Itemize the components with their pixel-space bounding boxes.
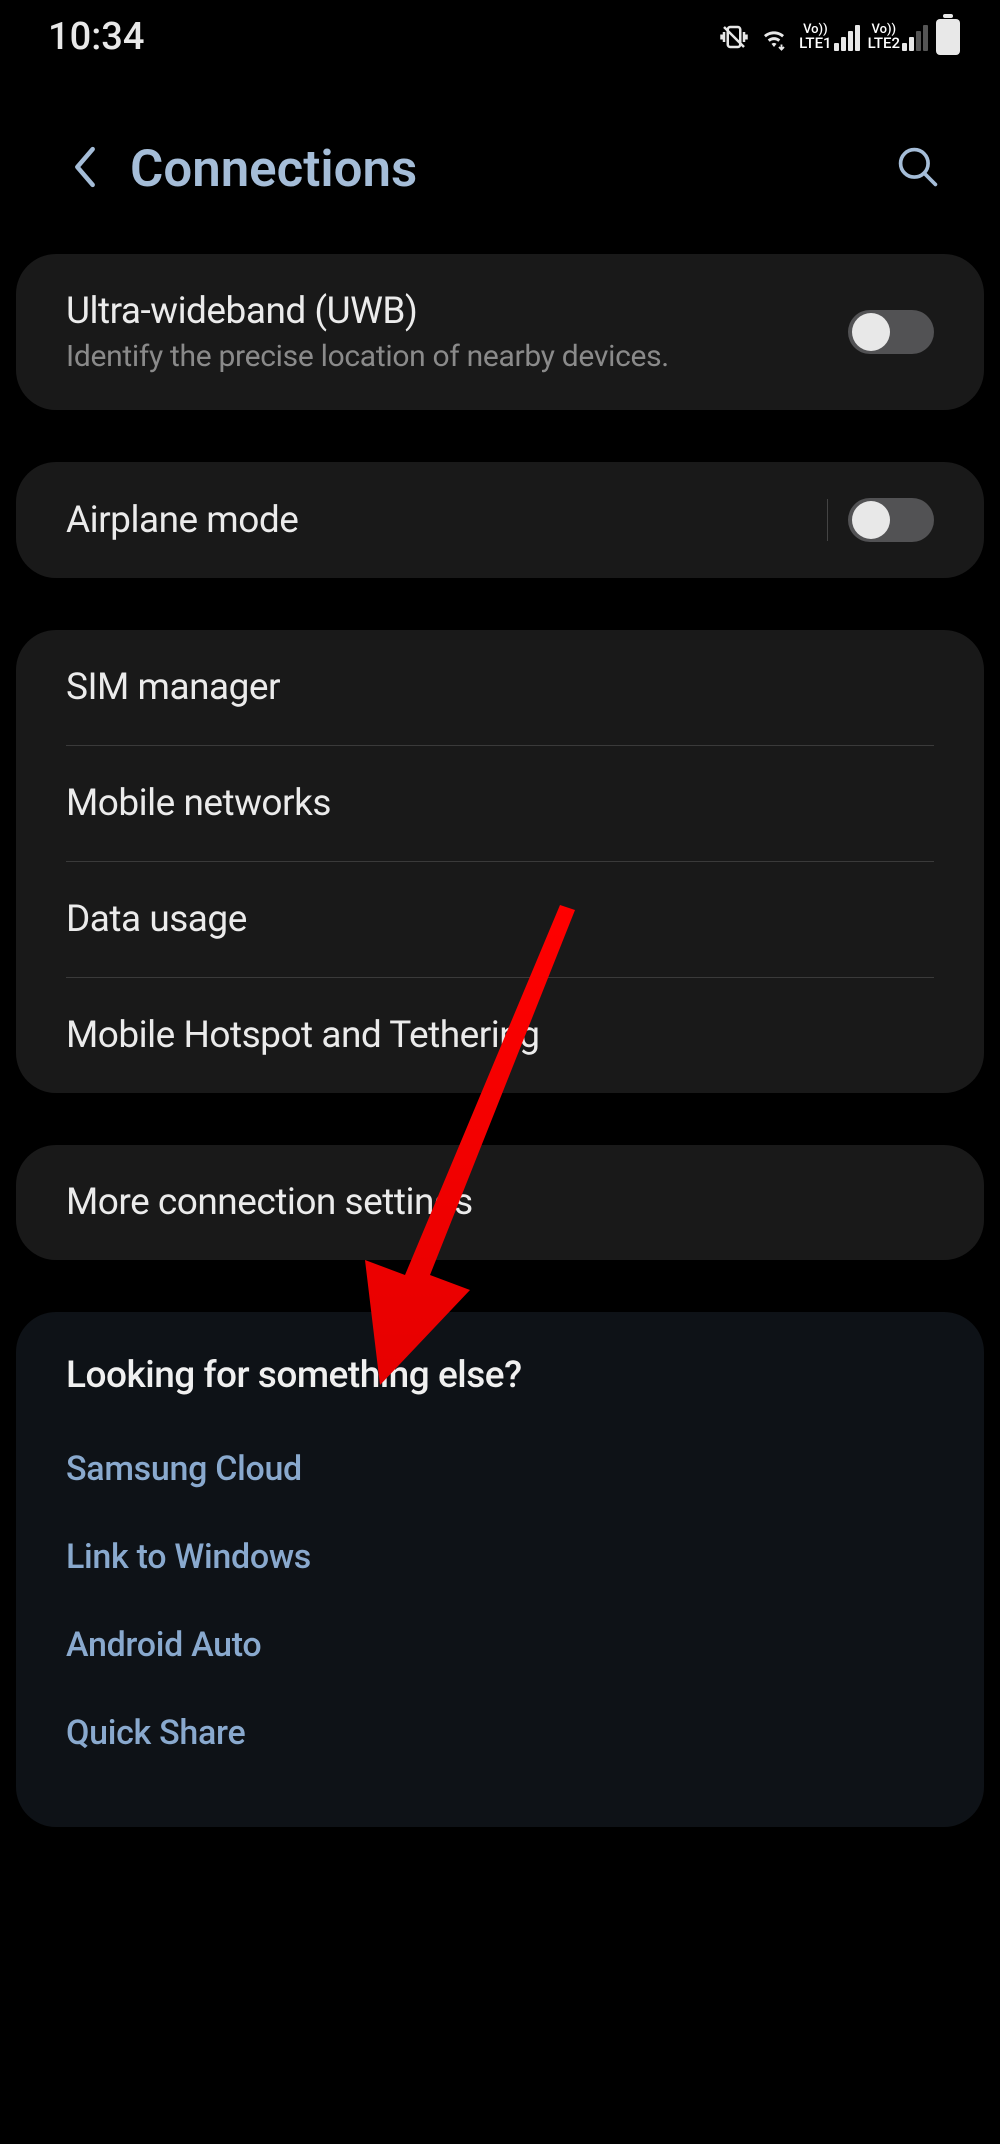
mobile-networks-label: Mobile networks (66, 782, 331, 825)
battery-icon (936, 19, 960, 55)
lte1-indicator: Vo)) LTE1 (799, 23, 859, 51)
airplane-toggle[interactable] (848, 498, 934, 542)
status-bar: 10:34 Vo)) LTE1 (0, 0, 1000, 74)
samsung-cloud-link[interactable]: Samsung Cloud (66, 1425, 934, 1513)
airplane-title: Airplane mode (66, 499, 827, 542)
suggestions-title: Looking for something else? (66, 1354, 934, 1397)
more-connection-settings-row[interactable]: More connection settings (16, 1145, 984, 1260)
status-icons: Vo)) LTE1 Vo)) LTE2 (719, 19, 960, 55)
data-usage-label: Data usage (66, 898, 247, 941)
header: Connections (0, 74, 1000, 244)
lte2-indicator: Vo)) LTE2 (868, 23, 928, 51)
airplane-card: Airplane mode (16, 462, 984, 578)
uwb-toggle[interactable] (848, 310, 934, 354)
hotspot-row[interactable]: Mobile Hotspot and Tethering (16, 978, 984, 1093)
search-button[interactable] (876, 135, 960, 203)
uwb-card: Ultra-wideband (UWB) Identify the precis… (16, 254, 984, 410)
hotspot-label: Mobile Hotspot and Tethering (66, 1014, 539, 1057)
back-button[interactable] (40, 134, 120, 204)
status-time: 10:34 (48, 15, 144, 59)
uwb-title: Ultra-wideband (UWB) (66, 290, 848, 333)
wifi-icon (757, 22, 791, 52)
sim-manager-row[interactable]: SIM manager (16, 630, 984, 745)
suggestions-card: Looking for something else? Samsung Clou… (16, 1312, 984, 1827)
link-to-windows-link[interactable]: Link to Windows (66, 1513, 934, 1601)
quick-share-link[interactable]: Quick Share (66, 1689, 934, 1777)
more-connection-settings-label: More connection settings (66, 1181, 473, 1224)
airplane-row[interactable]: Airplane mode (16, 462, 984, 578)
android-auto-link[interactable]: Android Auto (66, 1601, 934, 1689)
page-title: Connections (130, 140, 876, 199)
data-usage-row[interactable]: Data usage (16, 862, 984, 977)
uwb-row[interactable]: Ultra-wideband (UWB) Identify the precis… (16, 254, 984, 410)
more-settings-card: More connection settings (16, 1145, 984, 1260)
mobile-networks-row[interactable]: Mobile networks (16, 746, 984, 861)
network-card: SIM manager Mobile networks Data usage M… (16, 630, 984, 1093)
vibrate-icon (719, 22, 749, 52)
sim-manager-label: SIM manager (66, 666, 280, 709)
uwb-subtitle: Identify the precise location of nearby … (66, 339, 848, 374)
